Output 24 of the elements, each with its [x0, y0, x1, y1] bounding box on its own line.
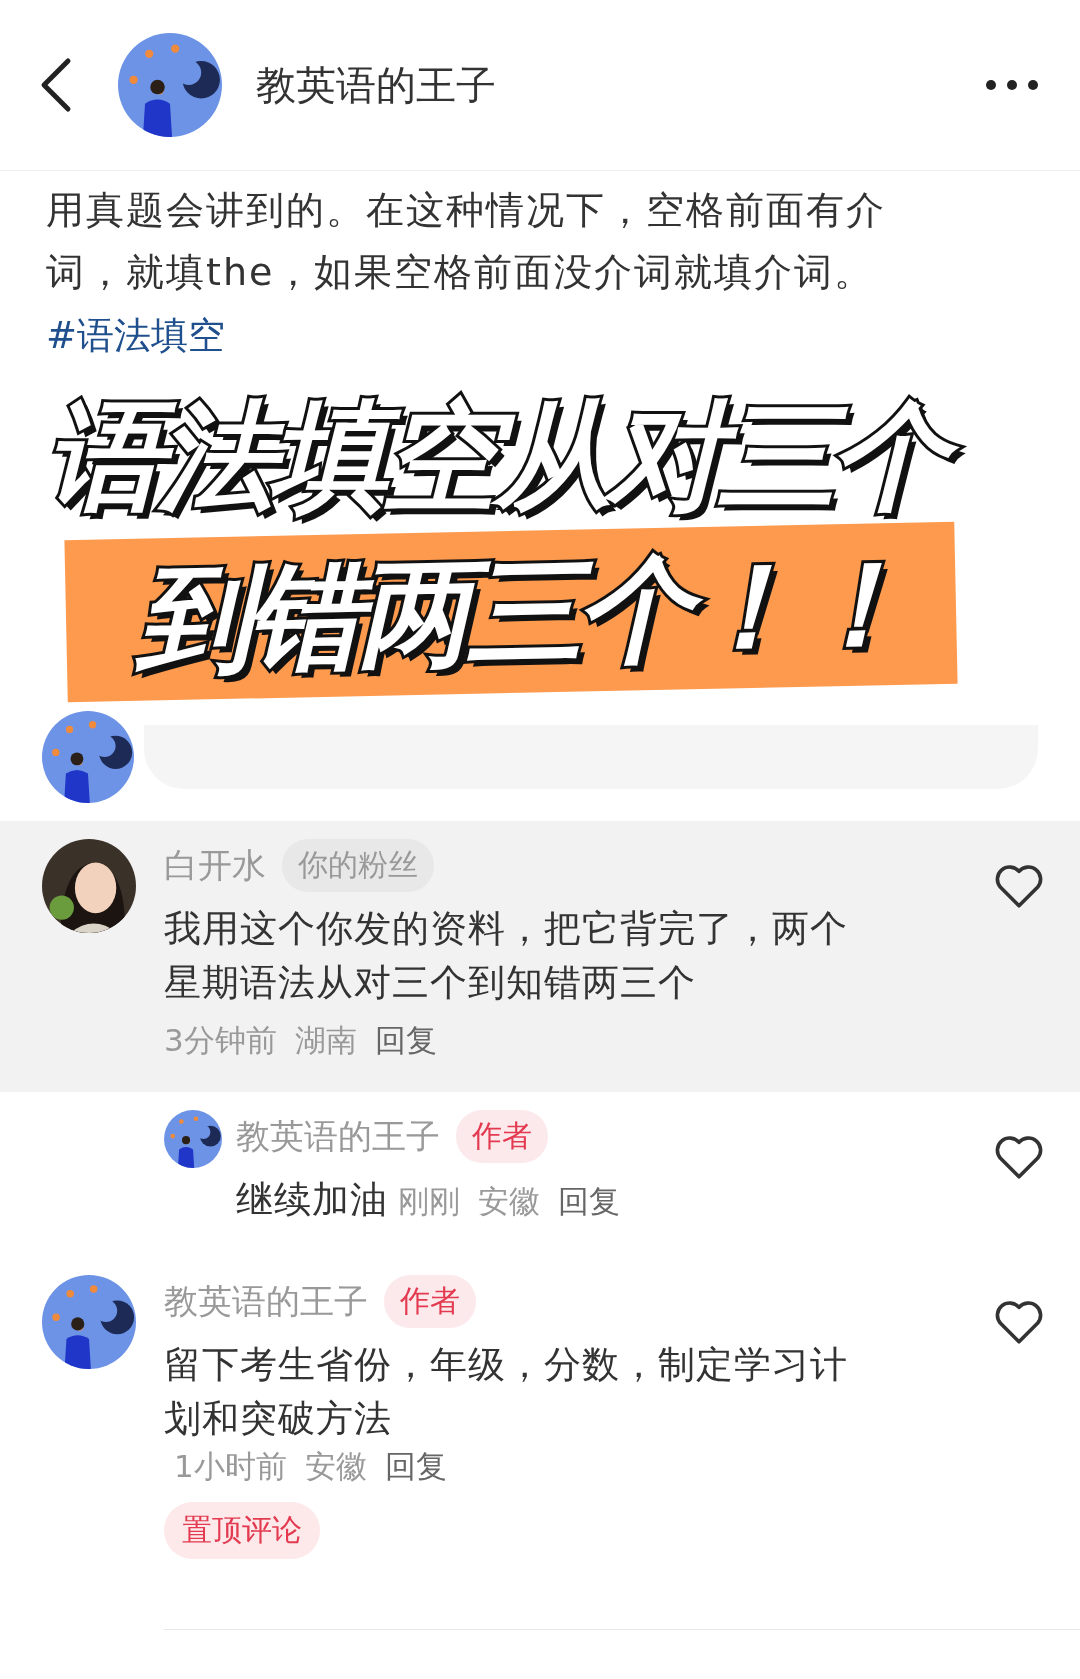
back-icon[interactable] [40, 57, 72, 113]
reply-link[interactable]: 回复 [384, 1446, 447, 1488]
commenter-tag: 你的粉丝 [282, 839, 434, 892]
comment-time: 刚刚 [398, 1182, 460, 1221]
author-name[interactable]: 教英语的王子 [256, 57, 984, 113]
heart-icon[interactable] [994, 1134, 1044, 1180]
comment-text: 我用这个你发的资料，把它背完了，两个星期语法从对三个到知错两三个 [164, 906, 849, 1006]
comment-text: 留下考生省份，年级，分数，制定学习计划和突破方法 [164, 1342, 849, 1442]
comment-location: 安徽 [304, 1447, 367, 1486]
comment-time: 1小时前 [174, 1447, 287, 1486]
reply-link[interactable]: 回复 [374, 1020, 437, 1062]
commenter-tag: 作者 [384, 1275, 476, 1328]
pinned-tag: 置顶评论 [164, 1502, 320, 1559]
comment-location: 湖南 [294, 1021, 357, 1060]
comment-location: 安徽 [478, 1182, 540, 1221]
more-icon[interactable] [984, 78, 1040, 92]
comment-text: 继续加油 [236, 1177, 388, 1223]
reply-link[interactable]: 回复 [558, 1181, 620, 1223]
post-text: 用真题会讲到的。在这种情况下，空格前面有介词，就填the，如果空格前面没介词就填介词。 [45, 187, 887, 296]
comment-time: 3分钟前 [164, 1021, 277, 1060]
hashtag-link[interactable]: #语法填空 [46, 311, 225, 361]
heart-icon[interactable] [994, 863, 1044, 909]
commenter-tag: 作者 [456, 1110, 548, 1163]
heart-icon[interactable] [994, 1299, 1044, 1345]
